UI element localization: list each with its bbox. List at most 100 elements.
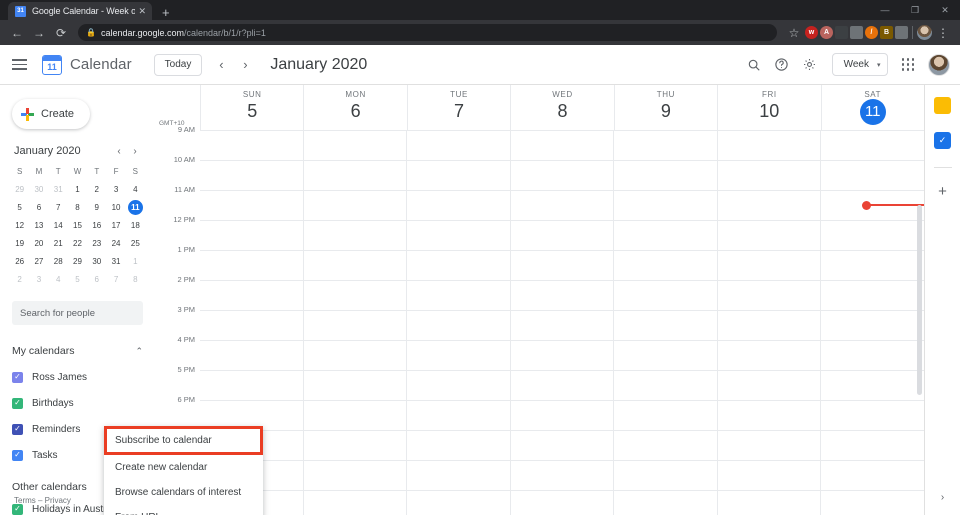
calendar-checkbox[interactable]: ✓ xyxy=(12,397,23,409)
mini-calendar-day[interactable]: 4 xyxy=(49,272,68,287)
calendar-list-item[interactable]: ✓ Birthdays xyxy=(12,393,143,413)
mini-calendar-day[interactable]: 29 xyxy=(10,182,29,197)
forward-icon[interactable]: → xyxy=(28,22,50,44)
mini-calendar-day[interactable]: 31 xyxy=(106,254,125,269)
extension-grey-square[interactable] xyxy=(850,26,863,39)
mini-calendar-day[interactable]: 19 xyxy=(10,236,29,251)
terms-privacy-link[interactable]: Terms – Privacy xyxy=(14,496,71,505)
context-menu-item[interactable]: From URL xyxy=(104,505,263,515)
mini-calendar-day[interactable]: 14 xyxy=(49,218,68,233)
new-tab-button[interactable]: + xyxy=(162,6,170,19)
extension-a[interactable]: A xyxy=(820,26,833,39)
mini-calendar-day[interactable]: 9 xyxy=(87,200,106,215)
mini-calendar-day[interactable]: 5 xyxy=(10,200,29,215)
mini-calendar-day[interactable]: 13 xyxy=(29,218,48,233)
hour-row[interactable]: 12 PM xyxy=(173,215,924,250)
mini-calendar-day[interactable]: 26 xyxy=(10,254,29,269)
browser-profile-avatar[interactable] xyxy=(917,25,932,40)
extension-w[interactable]: w xyxy=(805,26,818,39)
mini-next-icon[interactable]: › xyxy=(127,143,143,159)
gear-icon[interactable] xyxy=(798,53,822,77)
hour-row[interactable]: 1 PM xyxy=(177,245,924,280)
close-window-button[interactable]: ✕ xyxy=(930,0,960,20)
mini-calendar-day[interactable]: 2 xyxy=(87,182,106,197)
day-number[interactable]: 6 xyxy=(351,100,361,122)
hour-row[interactable]: 9 PM xyxy=(177,485,924,515)
mini-calendar-day[interactable]: 22 xyxy=(68,236,87,251)
minimize-button[interactable]: — xyxy=(870,0,900,20)
extension-camera[interactable] xyxy=(895,26,908,39)
avatar[interactable] xyxy=(928,53,950,76)
hour-row[interactable]: 2 PM xyxy=(177,275,924,310)
day-number[interactable]: 9 xyxy=(661,100,671,122)
hour-row[interactable]: 3 PM xyxy=(177,305,924,340)
mini-calendar-day[interactable]: 25 xyxy=(126,236,145,251)
day-column-header[interactable]: MON 6 xyxy=(303,85,406,130)
day-number[interactable]: 7 xyxy=(454,100,464,122)
mini-calendar-day[interactable]: 7 xyxy=(106,272,125,287)
hour-row[interactable]: 5 PM xyxy=(177,365,924,400)
mini-calendar-day[interactable]: 30 xyxy=(87,254,106,269)
maximize-button[interactable]: ❐ xyxy=(900,0,930,20)
extension-orange-slash[interactable]: / xyxy=(865,26,878,39)
close-tab-icon[interactable]: ✕ xyxy=(138,6,146,17)
mini-calendar-day[interactable]: 31 xyxy=(49,182,68,197)
mini-calendar-day[interactable]: 20 xyxy=(29,236,48,251)
help-icon[interactable] xyxy=(770,53,794,77)
mini-calendar-day[interactable]: 8 xyxy=(68,200,87,215)
calendar-checkbox[interactable]: ✓ xyxy=(12,449,23,461)
chevron-up-icon[interactable]: ⌃ xyxy=(135,346,143,357)
mini-calendar-day[interactable]: 28 xyxy=(49,254,68,269)
keep-icon[interactable] xyxy=(934,97,951,114)
my-calendars-header[interactable]: My calendars ⌃ xyxy=(12,341,143,361)
browser-tab[interactable]: 31 Google Calendar - Week of Janu ✕ xyxy=(8,2,152,20)
mini-calendar-day[interactable]: 30 xyxy=(29,182,48,197)
hour-row[interactable]: 6 PM xyxy=(177,395,924,430)
context-menu-item[interactable]: Create new calendar xyxy=(104,455,263,480)
mini-calendar-day[interactable]: 15 xyxy=(68,218,87,233)
day-number[interactable]: 10 xyxy=(759,100,779,122)
hour-row[interactable]: 4 PM xyxy=(177,335,924,370)
view-selector[interactable]: Week ▾ xyxy=(831,53,888,76)
mini-calendar-day[interactable]: 1 xyxy=(68,182,87,197)
day-column-header[interactable]: TUE 7 xyxy=(406,85,510,130)
day-column-header[interactable]: SAT 11 xyxy=(820,85,924,130)
mini-calendar-day[interactable]: 23 xyxy=(87,236,106,251)
day-column-header[interactable]: SUN 5 xyxy=(200,85,303,130)
search-people-input[interactable]: Search for people xyxy=(12,301,143,325)
mini-calendar-selected-day[interactable]: 11 xyxy=(127,200,143,215)
calendar-list-item[interactable]: ✓ Ross James xyxy=(12,367,143,387)
create-button[interactable]: Create xyxy=(12,99,90,129)
mini-calendar-day[interactable]: 8 xyxy=(126,272,145,287)
hour-row[interactable]: 10 AM xyxy=(174,155,924,190)
mini-calendar-day[interactable]: 12 xyxy=(10,218,29,233)
day-number[interactable]: 8 xyxy=(557,100,567,122)
mini-prev-icon[interactable]: ‹ xyxy=(111,143,127,159)
today-button[interactable]: Today xyxy=(153,53,203,76)
mini-calendar-day[interactable]: 27 xyxy=(29,254,48,269)
mini-calendar-day[interactable]: 1 xyxy=(126,254,145,269)
mini-calendar-day[interactable]: 5 xyxy=(68,272,87,287)
mini-calendar-day[interactable]: 3 xyxy=(29,272,48,287)
reload-icon[interactable]: ⟳ xyxy=(50,22,72,44)
extension-dark-square[interactable] xyxy=(835,26,848,39)
extension-bitwarden[interactable]: B xyxy=(880,26,893,39)
mini-calendar-day[interactable]: 18 xyxy=(126,218,145,233)
mini-calendar-day[interactable]: 7 xyxy=(49,200,68,215)
calendar-checkbox[interactable]: ✓ xyxy=(12,503,23,515)
next-week-icon[interactable]: › xyxy=(234,54,256,76)
day-column-header[interactable]: WED 8 xyxy=(510,85,613,130)
context-menu-item[interactable]: Browse calendars of interest xyxy=(104,480,263,505)
mini-calendar-day[interactable]: 21 xyxy=(49,236,68,251)
mini-calendar-day[interactable]: 29 xyxy=(68,254,87,269)
hour-row[interactable]: 11 AM xyxy=(174,185,924,220)
bookmark-star-icon[interactable]: ☆ xyxy=(783,22,805,44)
day-column-header[interactable]: THU 9 xyxy=(613,85,717,130)
day-number[interactable]: 5 xyxy=(247,100,257,122)
mini-calendar-day[interactable]: 3 xyxy=(106,182,125,197)
mini-calendar-day[interactable]: 24 xyxy=(106,236,125,251)
mini-calendar-day[interactable]: 6 xyxy=(29,200,48,215)
hour-row[interactable]: 8 PM xyxy=(177,455,924,490)
google-apps-icon[interactable] xyxy=(901,58,914,71)
mini-calendar-day[interactable]: 2 xyxy=(10,272,29,287)
